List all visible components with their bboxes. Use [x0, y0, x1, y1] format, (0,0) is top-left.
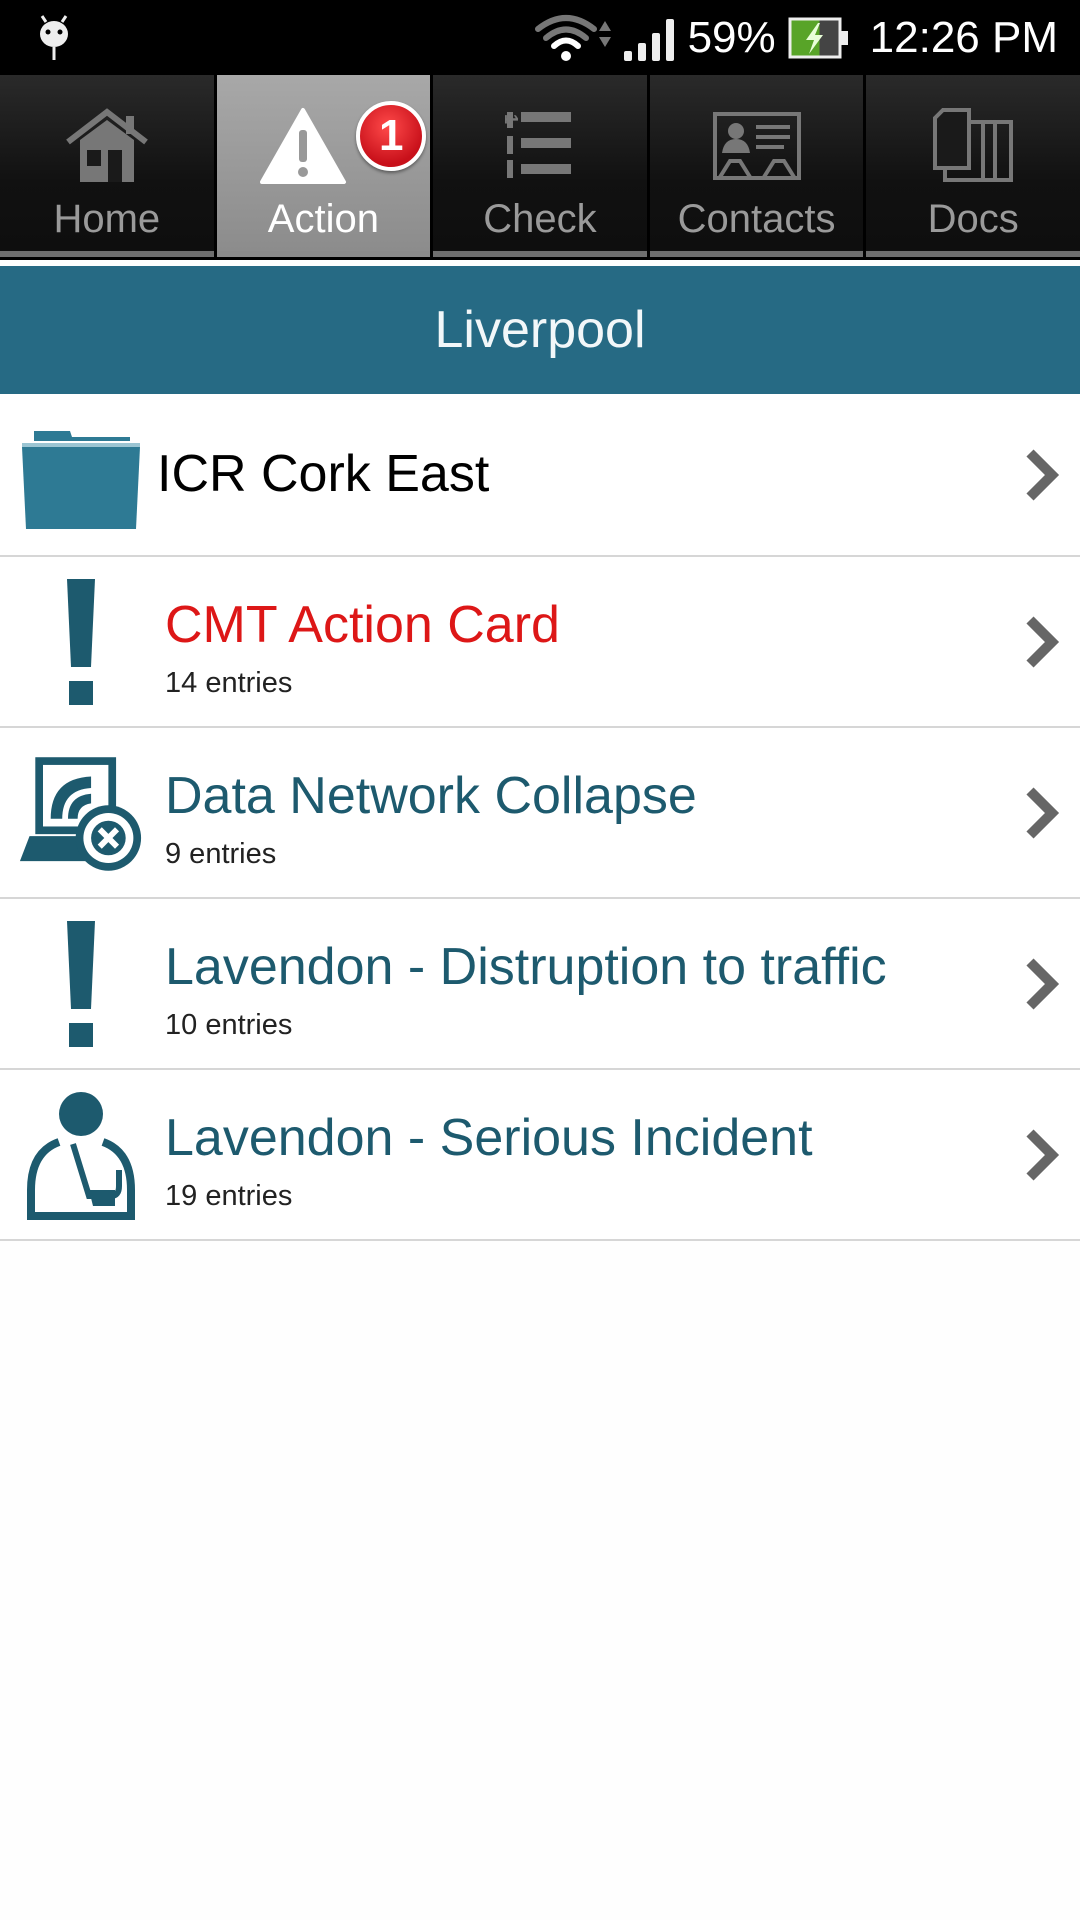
tab-home[interactable]: Home	[0, 75, 214, 257]
list-item[interactable]: Data Network Collapse 9 entries	[0, 728, 1080, 899]
status-bar: 59% 12:26 PM	[0, 0, 1080, 75]
page-title: Liverpool	[434, 301, 646, 359]
list-item[interactable]: CMT Action Card 14 entries	[0, 557, 1080, 728]
android-debug-icon	[40, 15, 68, 60]
action-badge: 1	[356, 101, 427, 171]
clock: 12:26 PM	[869, 12, 1058, 62]
injured-person-icon	[26, 1092, 135, 1220]
tab-docs-label: Docs	[927, 197, 1019, 241]
list-item[interactable]: Lavendon - Distruption to traffic 10 ent…	[0, 899, 1080, 1070]
list-item-title: Lavendon - Distruption to traffic	[165, 938, 887, 996]
action-list: ICR Cork East CMT Action Card 14 entries	[0, 394, 1080, 1241]
tab-bar: Home 1 Action 1 Check	[0, 75, 1080, 260]
tab-contacts-label: Contacts	[677, 197, 836, 241]
warning-triangle-icon	[260, 108, 347, 184]
network-error-icon	[19, 757, 142, 871]
tab-home-label: Home	[53, 197, 161, 241]
tab-docs[interactable]: Docs	[866, 75, 1080, 257]
cell-signal-icon	[623, 18, 674, 61]
exclamation-icon	[66, 579, 95, 705]
chevron-right-icon	[1026, 615, 1060, 668]
list-item[interactable]: ICR Cork East	[0, 394, 1080, 557]
list-item-count: 9 entries	[165, 838, 277, 870]
list-item-title: CMT Action Card	[165, 596, 560, 654]
chevron-right-icon	[1026, 957, 1060, 1010]
list-item-title: ICR Cork East	[157, 445, 490, 503]
chevron-right-icon	[1026, 1128, 1060, 1181]
contact-card-icon	[712, 112, 801, 180]
tab-check-label: Check	[483, 197, 597, 241]
folder-icon	[21, 431, 140, 529]
chevron-right-icon	[1026, 786, 1060, 839]
list-item-count: 19 entries	[165, 1180, 293, 1212]
chevron-right-icon	[1026, 448, 1060, 501]
documents-icon	[933, 108, 1014, 182]
list-item[interactable]: Lavendon - Serious Incident 19 entries	[0, 1070, 1080, 1241]
list-item-count: 14 entries	[165, 667, 293, 699]
exclamation-icon	[66, 921, 95, 1047]
home-icon	[65, 108, 148, 182]
list-item-count: 10 entries	[165, 1009, 293, 1041]
page-title-bar: Liverpool	[0, 266, 1080, 394]
tab-check[interactable]: 1 Check	[433, 75, 647, 257]
list-item-title: Lavendon - Serious Incident	[165, 1109, 813, 1167]
tab-action-label: Action	[267, 197, 379, 241]
tab-contacts[interactable]: Contacts	[649, 75, 864, 257]
battery-charging-icon	[788, 17, 848, 58]
battery-percent: 59%	[687, 12, 776, 62]
wifi-icon	[534, 14, 611, 61]
tab-action[interactable]: 1 Action	[216, 75, 431, 257]
numbered-list-icon: 1	[505, 112, 571, 178]
list-item-title: Data Network Collapse	[165, 767, 697, 825]
